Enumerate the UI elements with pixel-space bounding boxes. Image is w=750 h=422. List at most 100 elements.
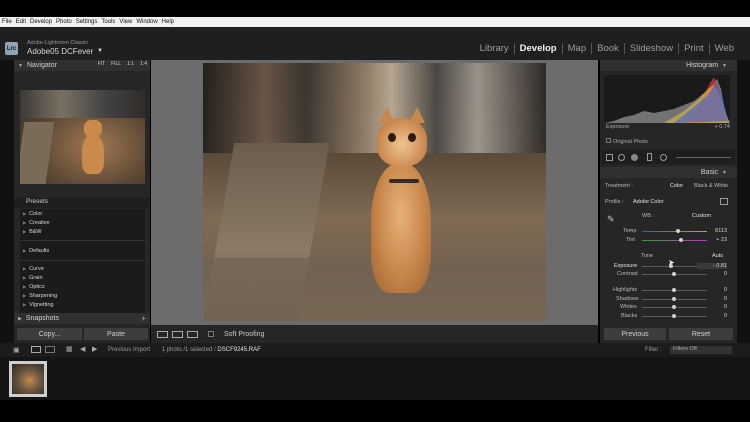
exposure-knob[interactable] (669, 264, 673, 268)
menu-settings[interactable]: Settings (76, 19, 98, 25)
previous-button[interactable]: Previous (604, 328, 666, 340)
profile-browser-icon[interactable] (720, 198, 728, 205)
menu-bar: File Edit Develop Photo Settings Tools V… (0, 17, 750, 27)
spot-removal-icon[interactable] (618, 154, 625, 161)
menu-tools[interactable]: Tools (101, 19, 115, 25)
menu-window[interactable]: Window (136, 19, 157, 25)
collapse-triangle-icon[interactable]: ▼ (722, 170, 727, 176)
preset-group[interactable]: ▶ B&W (23, 229, 42, 235)
menu-photo[interactable]: Photo (56, 19, 72, 25)
filmstrip-source[interactable]: Previous Import 1 photo /1 selected / DS… (108, 347, 261, 353)
forward-arrow-icon[interactable]: ▶ (92, 345, 97, 353)
highlights-knob[interactable] (672, 288, 676, 292)
preset-group[interactable]: ▶ Vignetting (23, 302, 53, 308)
copy-settings-button[interactable]: Copy... (17, 328, 82, 340)
shadows-knob[interactable] (672, 297, 676, 301)
before-after-icon[interactable] (172, 330, 183, 338)
preset-group[interactable]: ▶ Defaults (23, 248, 49, 254)
module-map[interactable]: Map (563, 43, 593, 54)
brush-slider[interactable] (676, 157, 731, 158)
preset-group[interactable]: ▶ Curve (23, 266, 44, 272)
before-after-split-icon[interactable] (187, 330, 198, 338)
temp-value[interactable]: 8113 (697, 228, 727, 234)
module-develop[interactable]: Develop (515, 43, 563, 54)
collapse-triangle-icon[interactable]: ▼ (18, 63, 23, 69)
preset-group[interactable]: ▶ Optics (23, 284, 45, 290)
module-book[interactable]: Book (592, 43, 625, 54)
zoom-1-4[interactable]: 1:4 (140, 61, 147, 67)
zoom-fit[interactable]: FIT (98, 61, 106, 67)
module-web[interactable]: Web (710, 43, 739, 54)
preset-group[interactable]: ▶ Sharpening (23, 293, 57, 299)
red-eye-icon[interactable] (631, 154, 638, 161)
preset-group[interactable]: ▶ Color (23, 211, 42, 217)
snapshots-header[interactable]: ▶ Snapshots + (14, 313, 150, 324)
wb-eyedropper-icon[interactable]: ✎ (607, 214, 615, 225)
radial-filter-icon[interactable] (660, 154, 667, 161)
graduated-filter-icon[interactable] (647, 153, 652, 161)
divider (20, 240, 145, 241)
navigator-header[interactable]: ▼ Navigator FIT FILL 1:1 1:4 (14, 60, 150, 71)
soft-proofing-checkbox[interactable] (208, 331, 214, 337)
blacks-value[interactable]: 0 (697, 313, 727, 319)
main-photo[interactable] (203, 63, 546, 321)
menu-develop[interactable]: Develop (30, 19, 52, 25)
menu-help[interactable]: Help (162, 19, 174, 25)
tint-value[interactable]: + 23 (697, 237, 727, 243)
profile-value[interactable]: Adobe Color (633, 199, 664, 205)
temp-knob[interactable] (676, 229, 680, 233)
preset-group[interactable]: ▶ Creative (23, 220, 50, 226)
tool-strip (602, 150, 735, 164)
catalog-caret-icon[interactable]: ▼ (97, 48, 103, 54)
grid-view-icon[interactable]: ▦ (66, 345, 73, 353)
add-snapshot-icon[interactable]: + (141, 314, 146, 323)
zoom-fill[interactable]: FILL (111, 61, 121, 67)
tint-knob[interactable] (679, 238, 683, 242)
treatment-bw[interactable]: Black & White (694, 183, 728, 189)
whites-knob[interactable] (672, 305, 676, 309)
shadows-value[interactable]: 0 (697, 296, 727, 302)
tone-auto-button[interactable]: Auto (712, 253, 723, 259)
module-print[interactable]: Print (679, 43, 710, 54)
right-panel-edge[interactable] (737, 60, 750, 343)
menu-file[interactable]: File (2, 19, 12, 25)
paste-settings-button[interactable]: Paste (84, 328, 148, 340)
catalog-name[interactable]: Adobe05 DCFever (27, 47, 93, 56)
filmstrip-thumbnail[interactable] (9, 361, 47, 397)
original-photo-checkbox[interactable] (606, 138, 611, 143)
menu-edit[interactable]: Edit (16, 19, 26, 25)
preset-group[interactable]: ▶ Grain (23, 275, 43, 281)
exposure-value[interactable]: - 0.81 (697, 263, 727, 269)
loupe-view-icon[interactable] (157, 330, 168, 338)
treatment-color[interactable]: Color (670, 183, 683, 189)
menu-view[interactable]: View (119, 19, 132, 25)
second-window-icon[interactable] (45, 346, 55, 353)
back-arrow-icon[interactable]: ◀ (80, 345, 85, 353)
cat-head (377, 118, 427, 166)
main-window-icon[interactable] (31, 346, 41, 353)
presets-header[interactable]: Presets (14, 198, 150, 208)
module-slideshow[interactable]: Slideshow (625, 43, 680, 54)
basic-header[interactable]: Basic ▼ (600, 167, 737, 178)
histogram-graph[interactable] (604, 75, 730, 123)
whites-value[interactable]: 0 (697, 304, 727, 310)
wb-label: WB : (642, 213, 654, 219)
filter-select[interactable]: Filters Off (670, 346, 732, 354)
original-photo-row[interactable]: Original Photo (606, 138, 648, 145)
highlights-value[interactable]: 0 (697, 287, 727, 293)
reset-button[interactable]: Reset (669, 328, 733, 340)
navigator-preview[interactable] (20, 90, 145, 184)
zoom-1-1[interactable]: 1:1 (127, 61, 134, 67)
histogram-header[interactable]: Histogram ▼ (600, 60, 737, 71)
left-panel-edge[interactable] (0, 60, 14, 343)
collapse-triangle-icon[interactable]: ▼ (722, 63, 727, 69)
collapse-triangle-icon[interactable]: ▶ (18, 316, 22, 322)
contrast-value[interactable]: 0 (697, 271, 727, 277)
blacks-knob[interactable] (672, 314, 676, 318)
module-library[interactable]: Library (475, 43, 515, 54)
cat-ear-right (409, 107, 425, 123)
contrast-knob[interactable] (672, 272, 676, 276)
wb-value[interactable]: Custom (692, 213, 711, 219)
crop-icon[interactable] (606, 154, 613, 161)
secondary-display-icon[interactable]: ▣ (13, 346, 20, 354)
